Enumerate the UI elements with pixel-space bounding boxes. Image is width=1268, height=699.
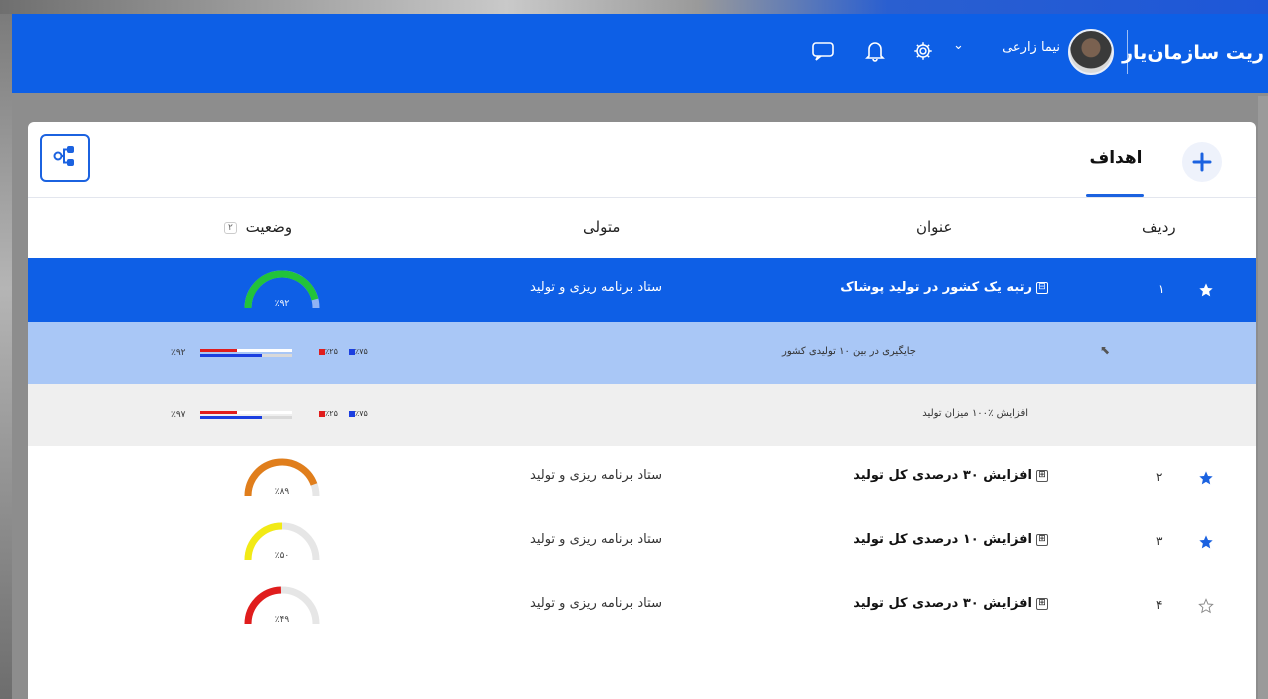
- row-owner: ستاد برنامه ریزی و تولید: [530, 596, 662, 611]
- status-header-label: وضعیت: [245, 218, 293, 236]
- expand-icon[interactable]: ⊞: [1036, 469, 1048, 482]
- mouse-cursor: ⬉: [1100, 343, 1111, 357]
- row-owner: ستاد برنامه ریزی و تولید: [530, 532, 662, 547]
- chat-icon[interactable]: [808, 36, 838, 66]
- bar-red: [200, 349, 237, 352]
- table-row[interactable]: ۱ رتبه یک کشور در تولید پوشاک ⊟ ستاد برنا…: [28, 258, 1256, 322]
- header-divider: [1127, 30, 1128, 74]
- star-icon[interactable]: [1198, 282, 1214, 302]
- column-header-index: ردیف: [1142, 218, 1176, 236]
- status-gauge: ٪۵۰: [240, 518, 324, 568]
- star-outline-icon[interactable]: [1198, 598, 1214, 618]
- gauge-label: ٪۸۹: [275, 487, 290, 497]
- expand-icon[interactable]: ⊞: [1036, 597, 1048, 610]
- row-index: ۴: [1156, 598, 1163, 612]
- progress-bars: [200, 410, 292, 420]
- gauge-label: ٪۵۰: [275, 551, 290, 561]
- gear-icon[interactable]: [908, 36, 938, 66]
- background-photo-right: [1258, 96, 1268, 699]
- chevron-down-icon[interactable]: ⌄: [953, 38, 964, 53]
- table-row[interactable]: ۴ افزایش ۳۰ درصدی کل تولید ⊞ ستاد برنامه …: [28, 574, 1256, 638]
- row-title-text: افزایش ۱۰ درصدی کل تولید: [853, 532, 1032, 547]
- header-separator: [28, 197, 1256, 198]
- row-title[interactable]: افزایش ۳۰ درصدی کل تولید ⊞: [853, 468, 1048, 483]
- status-gauge: ٪۹۲: [240, 266, 324, 316]
- tab-goals[interactable]: اهداف: [1086, 148, 1146, 168]
- table-row[interactable]: ۲ افزایش ۳۰ درصدی کل تولید ⊞ ستاد برنامه …: [28, 446, 1256, 510]
- user-name[interactable]: نیما زارعی: [972, 40, 1060, 55]
- subrow-title: جایگیری در بین ۱۰ تولیدی کشور: [781, 346, 916, 357]
- legend-blue: ٪۷۵: [346, 347, 368, 356]
- background-photo-left: [0, 14, 12, 699]
- row-title[interactable]: افزایش ۱۰ درصدی کل تولید ⊞: [853, 532, 1048, 547]
- status-gauge: ٪۴۹: [240, 582, 324, 632]
- legend-red: ٪۲۵: [316, 409, 338, 418]
- goals-card: اهداف ردیف عنوان متولی ۲ وضعیت ۱ رتبه یک…: [28, 122, 1256, 699]
- bar-blue: [200, 354, 263, 357]
- column-header-status[interactable]: ۲ وضعیت: [224, 218, 292, 236]
- add-goal-button[interactable]: [1182, 142, 1222, 182]
- subrow-percent: ٪۹۷: [171, 410, 186, 420]
- top-bar: ریت سازمان‌یار نیما زارعی ⌄: [12, 14, 1268, 93]
- table-row[interactable]: ۳ افزایش ۱۰ درصدی کل تولید ⊞ ستاد برنامه …: [28, 510, 1256, 574]
- row-title-text: افزایش ۳۰ درصدی کل تولید: [853, 596, 1032, 611]
- row-owner: ستاد برنامه ریزی و تولید: [530, 468, 662, 483]
- collapse-icon[interactable]: ⊟: [1036, 281, 1048, 294]
- bar-red: [200, 411, 237, 414]
- row-title[interactable]: رتبه یک کشور در تولید پوشاک ⊟: [840, 280, 1048, 295]
- row-title[interactable]: افزایش ۳۰ درصدی کل تولید ⊞: [853, 596, 1048, 611]
- status-count-badge: ۲: [224, 221, 237, 234]
- table-subrow[interactable]: جایگیری در بین ۱۰ تولیدی کشور ⬉ ٪۲۵ ٪۷۵ …: [28, 322, 1256, 384]
- tree-view-button[interactable]: [40, 134, 90, 182]
- status-gauge: ٪۸۹: [240, 454, 324, 504]
- star-icon[interactable]: [1198, 470, 1214, 490]
- progress-legend: ٪۲۵ ٪۷۵: [316, 347, 368, 356]
- row-owner: ستاد برنامه ریزی و تولید: [530, 280, 662, 295]
- row-index: ۲: [1156, 470, 1163, 484]
- legend-red: ٪۲۵: [316, 347, 338, 356]
- progress-bars: [200, 348, 292, 358]
- star-icon[interactable]: [1198, 534, 1214, 554]
- table-subrow[interactable]: افزایش ٪۱۰۰ میزان تولید ٪۲۵ ٪۷۵ ٪۹۷: [28, 384, 1256, 446]
- gauge-label: ٪۹۲: [275, 299, 290, 309]
- background-photo-top: [0, 0, 1268, 14]
- row-title-text: رتبه یک کشور در تولید پوشاک: [840, 280, 1032, 295]
- progress-legend: ٪۲۵ ٪۷۵: [316, 409, 368, 418]
- row-title-text: افزایش ۳۰ درصدی کل تولید: [853, 468, 1032, 483]
- subrow-percent: ٪۹۲: [171, 348, 186, 358]
- column-header-owner: متولی: [583, 218, 621, 236]
- column-header-title: عنوان: [916, 218, 953, 236]
- hierarchy-icon: [51, 142, 79, 174]
- app-title: ریت سازمان‌یار: [1122, 42, 1264, 64]
- gauge-label: ٪۴۹: [275, 615, 290, 625]
- expand-icon[interactable]: ⊞: [1036, 533, 1048, 546]
- legend-blue: ٪۷۵: [346, 409, 368, 418]
- row-index: ۳: [1156, 534, 1163, 548]
- bell-icon[interactable]: [860, 36, 890, 66]
- avatar[interactable]: [1068, 29, 1114, 75]
- bar-blue: [200, 416, 263, 419]
- subrow-title: افزایش ٪۱۰۰ میزان تولید: [922, 408, 1028, 419]
- row-index: ۱: [1158, 282, 1165, 296]
